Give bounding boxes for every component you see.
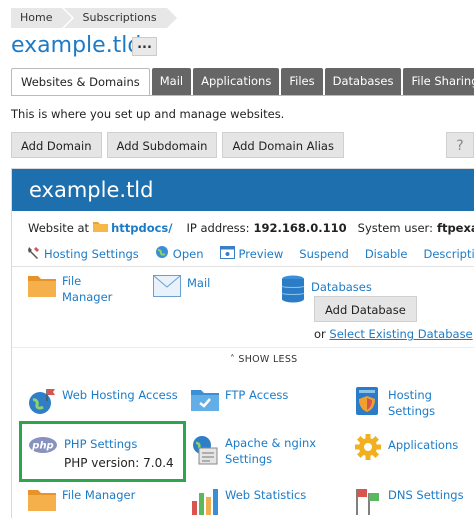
tile-mail[interactable]: Mail [153,275,210,300]
tab-databases[interactable]: Databases [324,68,402,96]
action-bar: Add Domain Add Subdomain Add Domain Alia… [11,132,349,158]
folder-icon [28,487,56,514]
add-database-button[interactable]: Add Database [314,296,417,322]
tile-dns-settings[interactable]: DNS Settings [354,487,464,518]
suspend-link[interactable]: Suspend [299,247,349,261]
tools-icon [27,246,40,262]
description-link[interactable]: Description [424,247,474,261]
tab-files[interactable]: Files [281,68,323,96]
tile-ftp-access[interactable]: FTP Access [191,387,288,416]
tile-file-manager-line2: Manager [62,290,113,304]
domain-links: Hosting Settings Open Preview Suspend Di… [27,245,474,262]
apache-nginx-line1: Apache & nginx [225,436,317,450]
gear-icon [354,433,382,464]
php-highlight-box [19,421,186,482]
globe-icon [155,245,169,262]
help-button[interactable]: ? [446,132,474,158]
system-user-value: ftpexa [436,220,474,235]
tab-websites-domains[interactable]: Websites & Domains [11,68,150,96]
docroot-link[interactable]: httpdocs/ [111,221,172,235]
tile-apache-nginx-settings[interactable]: Apache & nginx Settings [191,435,316,468]
tile-applications[interactable]: Applications [354,433,458,464]
tab-mail[interactable]: Mail [151,68,192,96]
breadcrumb-home[interactable]: Home [11,8,74,28]
breadcrumb: Home Subscriptions [11,8,179,28]
more-actions-button[interactable]: ... [132,37,157,56]
tile-hosting-settings[interactable]: Hosting Settings [354,387,474,419]
preview-link[interactable]: Preview [219,245,283,262]
add-domain-button[interactable]: Add Domain [11,132,102,158]
tile-file-manager[interactable]: File Manager [28,273,112,305]
tab-bar: Websites & Domains Mail Applications Fil… [11,68,474,96]
preview-icon [219,245,235,262]
add-domain-alias-button[interactable]: Add Domain Alias [222,132,344,158]
page-title: example.tld [11,33,142,58]
server-shield-icon [354,387,382,418]
website-at-label: Website at [28,220,90,235]
section-divider [12,347,474,348]
database-icon [281,275,305,306]
tab-applications[interactable]: Applications [193,68,280,96]
add-subdomain-button[interactable]: Add Subdomain [106,132,218,158]
system-user-label: System user: [357,220,433,235]
tab-file-sharing[interactable]: File Sharing [403,68,474,96]
ip-label: IP address: [186,220,250,235]
folder-icon [28,273,56,300]
globe-flag-icon [28,387,56,418]
bar-chart-icon [191,487,219,518]
hosting-settings-link[interactable]: Hosting Settings [27,246,139,262]
open-link[interactable]: Open [155,245,204,262]
panel-divider [12,266,474,267]
intro-text: This is where you set up and manage webs… [11,107,285,121]
dns-flags-icon [354,487,382,518]
folder-icon [93,220,109,235]
select-database-row: or Select Existing Database [314,327,473,341]
tile-web-hosting-access[interactable]: Web Hosting Access [28,387,178,418]
breadcrumb-subscriptions[interactable]: Subscriptions [64,8,177,28]
tile-file-manager-line1: File [62,274,82,288]
ip-value: 192.168.0.110 [253,220,347,235]
apache-nginx-line2: Settings [225,452,273,466]
domain-name: example.tld [12,169,474,211]
domain-info-row: Website at httpdocs/ IP address: 192.168… [28,220,474,235]
tile-file-manager-bottom[interactable]: File Manager [28,487,135,514]
show-less-toggle[interactable]: ˄ SHOW LESS [230,354,298,365]
ftp-folder-icon [191,387,219,416]
tabs-divider [11,95,474,96]
domain-panel: example.tld Website at httpdocs/ IP addr… [11,168,474,518]
tile-web-statistics[interactable]: Web Statistics [191,487,306,518]
apache-nginx-icon [191,435,219,468]
mail-icon [153,275,181,300]
disable-link[interactable]: Disable [365,247,408,261]
select-existing-database-link[interactable]: Select Existing Database [329,327,472,341]
or-label: or [314,327,326,341]
